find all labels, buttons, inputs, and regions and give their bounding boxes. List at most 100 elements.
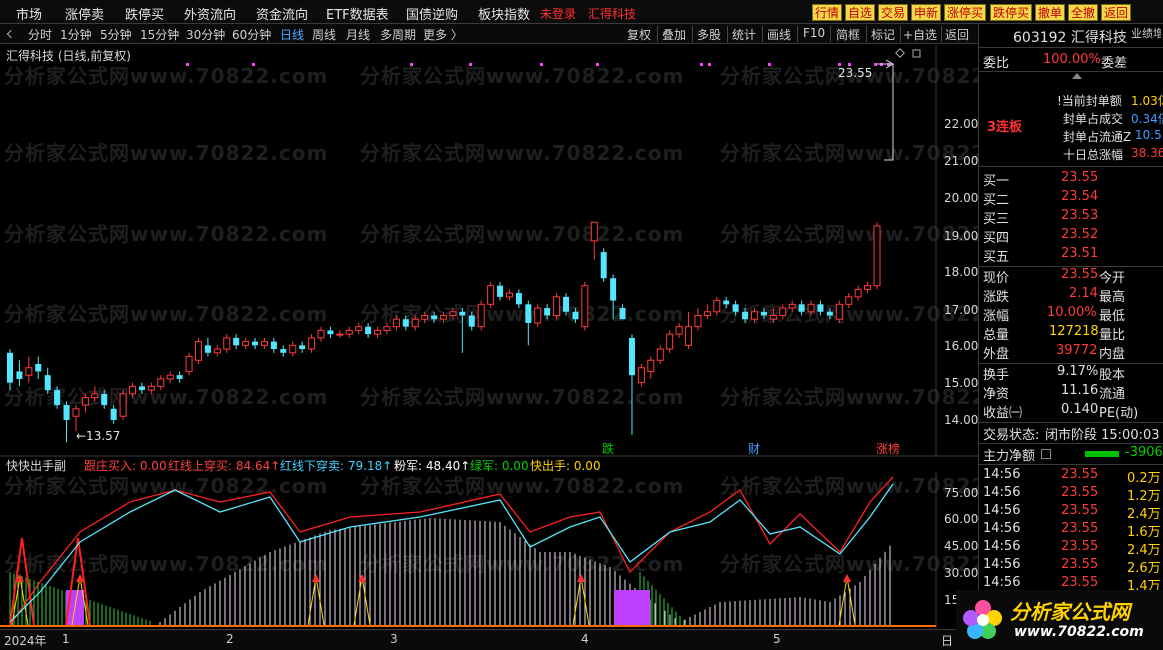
stat-value: 0.140	[1061, 402, 1099, 417]
time-axis-unit[interactable]: 日	[941, 632, 953, 649]
quick-button-back[interactable]: 返回	[1101, 4, 1132, 21]
period-tab-15min[interactable]: 15分钟	[140, 26, 179, 43]
event-marker-drop[interactable]: 跌	[602, 440, 614, 457]
login-status[interactable]: 未登录	[540, 5, 576, 22]
candle-body	[185, 356, 193, 372]
period-tab-5min[interactable]: 5分钟	[100, 26, 132, 43]
tool-overlay[interactable]: 叠加	[662, 26, 686, 43]
signal-dot	[540, 63, 543, 66]
candle-body	[817, 304, 824, 312]
tool-mark[interactable]: 标记	[871, 26, 895, 43]
quick-button-watchlist[interactable]: 自选	[845, 4, 876, 21]
candle-body	[769, 315, 777, 320]
tool-statistics[interactable]: 统计	[732, 26, 756, 43]
menu-item-foreign-flow[interactable]: 外资流向	[184, 4, 236, 23]
tick-price: 23.55	[1061, 485, 1099, 500]
candle-body	[798, 304, 805, 312]
quick-button-quote[interactable]: 行情	[812, 4, 843, 21]
bid-price[interactable]: 23.55	[1061, 170, 1098, 185]
period-tab-intraday[interactable]: 分时	[28, 26, 52, 43]
tool-simple-frame[interactable]: 简框	[836, 26, 860, 43]
bid-label: 买四	[983, 231, 1010, 246]
candle-body	[166, 374, 174, 380]
stat-label: PE(动)	[1099, 406, 1139, 421]
quick-button-cancel-all[interactable]: 全撤	[1068, 4, 1099, 21]
period-tab-60min[interactable]: 60分钟	[232, 26, 271, 43]
period-tab-30min[interactable]: 30分钟	[186, 26, 225, 43]
tick-volume: 0.2万	[1127, 471, 1161, 486]
tool-adjust[interactable]: 复权	[627, 26, 651, 43]
tool-f10[interactable]: F10	[803, 26, 825, 40]
side-note[interactable]: 业绩增	[1131, 25, 1161, 43]
period-tab-more[interactable]: 更多 〉	[423, 26, 463, 43]
candle-body	[402, 319, 409, 327]
quick-button-cancel[interactable]: 撤单	[1035, 4, 1066, 21]
time-axis: 2024年 1 2 3 4 5 日	[0, 629, 978, 650]
buy-arrow-icon	[843, 574, 851, 582]
candle-body	[750, 311, 758, 320]
event-marker-rise-list[interactable]: 涨榜	[876, 440, 900, 457]
indicator-chart[interactable]	[0, 472, 978, 629]
candle-body	[534, 307, 542, 324]
candle-body	[581, 285, 589, 328]
chart-title: 汇得科技 (日线,前复权)	[6, 49, 131, 63]
candle-body	[713, 300, 721, 313]
quick-button-limit-up-buy[interactable]: 涨停买	[944, 4, 987, 21]
candle-body	[505, 292, 513, 298]
bid-price[interactable]: 23.51	[1061, 246, 1098, 261]
period-tab-daily[interactable]: 日线	[280, 26, 304, 43]
candlestick-chart[interactable]	[0, 45, 978, 457]
indicator-axis-label: 60.00	[944, 512, 979, 526]
quick-button-limit-down-buy[interactable]: 跌停买	[990, 4, 1033, 21]
bid-price[interactable]: 23.53	[1061, 208, 1098, 223]
bid-price[interactable]: 23.52	[1061, 227, 1098, 242]
seal-float-label: 封单占流通Z	[1063, 130, 1132, 144]
candle-body	[411, 318, 419, 328]
candle-body	[223, 337, 231, 350]
candle-body	[81, 397, 89, 406]
collapse-up-icon[interactable]	[1072, 73, 1082, 79]
bid-label: 买三	[983, 212, 1010, 227]
chevron-left-icon[interactable]	[6, 29, 16, 39]
tool-back[interactable]: 返回	[945, 26, 969, 43]
candle-body	[431, 315, 438, 320]
menu-item-bond-repo[interactable]: 国债逆购	[406, 4, 458, 23]
candle-body	[176, 375, 183, 379]
candle-body	[656, 348, 664, 361]
quick-exit-spike	[353, 576, 371, 626]
period-tab-weekly[interactable]: 周线	[312, 26, 336, 43]
time-axis-month: 4	[581, 632, 589, 646]
candle-body	[280, 349, 287, 353]
candle-body	[72, 408, 80, 417]
bid-price[interactable]: 23.54	[1061, 189, 1098, 204]
indicator-axis-label: 30.00	[944, 566, 979, 580]
candle-body	[54, 390, 61, 406]
menu-item-limit-up-sell[interactable]: 涨停卖	[65, 4, 104, 23]
quick-button-ipo[interactable]: 申新	[911, 4, 942, 21]
trade-status-label: 交易状态:	[983, 428, 1040, 443]
menu-item-sector-index[interactable]: 板块指数	[478, 4, 530, 23]
event-marker-finance[interactable]: 财	[748, 440, 760, 457]
menu-item-etf-table[interactable]: ETF数据表	[326, 4, 389, 23]
candle-body	[7, 352, 13, 383]
candle-body	[242, 341, 250, 346]
stat-label: 今开	[1099, 271, 1126, 286]
menu-item-fund-flow[interactable]: 资金流向	[256, 4, 308, 23]
tick-volume: 2.6万	[1127, 561, 1161, 576]
period-tab-1min[interactable]: 1分钟	[60, 26, 92, 43]
price-axis-label: 17.00	[944, 303, 979, 317]
quick-button-trade[interactable]: 交易	[878, 4, 909, 21]
tool-add-watchlist[interactable]: +自选	[903, 26, 937, 43]
period-tab-monthly[interactable]: 月线	[346, 26, 370, 43]
menu-item-market[interactable]: 市场	[16, 4, 42, 23]
period-tab-multi[interactable]: 多周期	[380, 26, 416, 43]
stat-value: 23.55	[1061, 267, 1099, 282]
candle-body	[619, 308, 626, 320]
menu-item-limit-down-buy[interactable]: 跌停买	[125, 4, 164, 23]
tool-multi-stock[interactable]: 多股	[697, 26, 721, 43]
candle-body	[336, 333, 344, 336]
menu-icon[interactable]	[1041, 449, 1051, 459]
candle-body	[16, 371, 23, 379]
tool-draw-line[interactable]: 画线	[767, 26, 791, 43]
candle-body	[723, 300, 730, 305]
